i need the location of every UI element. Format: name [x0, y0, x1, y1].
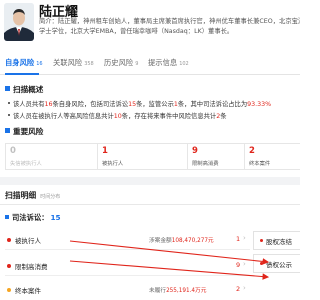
chevron-right-icon: ›	[243, 284, 246, 292]
status-dot	[260, 262, 263, 265]
tab-self-risk[interactable]: 自身风险 16	[5, 58, 43, 68]
intro-line: 简介：陆正耀，神州租车创始人，董事局主席兼首席执行官，神州优车董事长兼CEO，北…	[39, 18, 300, 25]
active-tab-indicator	[5, 73, 39, 75]
risk-tabs: 自身风险 16 关联风险 358 历史风险 9 提示信息 102	[0, 55, 300, 75]
profile-header: 陆正耀 简介：陆正耀，神州租车创始人，董事局主席兼首席执行官，神州优车董事长兼C…	[0, 0, 300, 46]
scan-detail-heading: 扫描明细 时间分布	[5, 191, 61, 200]
avatar	[4, 3, 34, 41]
person-intro: 简介：陆正耀，神州租车创始人，董事局主席兼首席执行官，神州优车董事长兼CEO，北…	[39, 17, 300, 37]
chevron-right-icon: ›	[243, 260, 246, 268]
intro-line: 学士学位，北京大学EMBA，曾任瑞幸咖啡（Nasdaq：LK）董事长。	[39, 28, 234, 35]
risk-cell-dishonest[interactable]: 0 失信被执行人	[6, 144, 98, 169]
risk-cell-consumption-limit[interactable]: 9 限制高消费	[188, 144, 245, 169]
status-dot	[260, 239, 263, 242]
section-divider	[0, 177, 300, 185]
chevron-right-icon: ›	[243, 234, 246, 242]
status-dot	[7, 264, 11, 268]
risk-cell-final-case[interactable]: 2 终本案件	[245, 144, 301, 169]
tab-notice-info[interactable]: 提示信息 102	[148, 58, 189, 68]
overview-item: 该人员共有16条自身风险，包括司法诉讼15条，监管公示1条，其中司法诉讼占比为9…	[8, 99, 271, 108]
time-distribution-link[interactable]: 时间分布	[40, 194, 60, 200]
risk-cell-executed[interactable]: 1 被执行人	[98, 144, 188, 169]
right-card-equity-freeze[interactable]: 股权冻结	[253, 231, 300, 250]
overview-item: 该人员在被执行人等高风险信息共计10条，存在将来事件中风险信息共计2条	[8, 111, 227, 120]
litigation-heading: 司法诉讼： 15	[5, 213, 61, 223]
status-dot	[7, 288, 11, 292]
tab-related-risk[interactable]: 关联风险 358	[53, 58, 94, 68]
litigation-row-final-case[interactable]: 终本案件 未履行255,191.4万元 2 ›	[5, 280, 250, 300]
tab-history-risk[interactable]: 历史风险 9	[104, 58, 138, 68]
right-card-debt-notice[interactable]: 债权公示	[253, 254, 300, 273]
litigation-row-consumption-limit[interactable]: 限制高消费 9 ›	[5, 256, 250, 276]
divider-line	[0, 204, 300, 205]
litigation-row-executed[interactable]: 被执行人 涉案金额108,470,277元 1 ›	[5, 230, 250, 250]
status-dot	[7, 238, 11, 242]
major-risk-grid: 0 失信被执行人 1 被执行人 9 限制高消费 2 终本案件	[5, 143, 300, 170]
major-risk-heading: 重要风险	[5, 126, 43, 137]
scan-overview-heading: 扫描概述	[5, 84, 43, 95]
